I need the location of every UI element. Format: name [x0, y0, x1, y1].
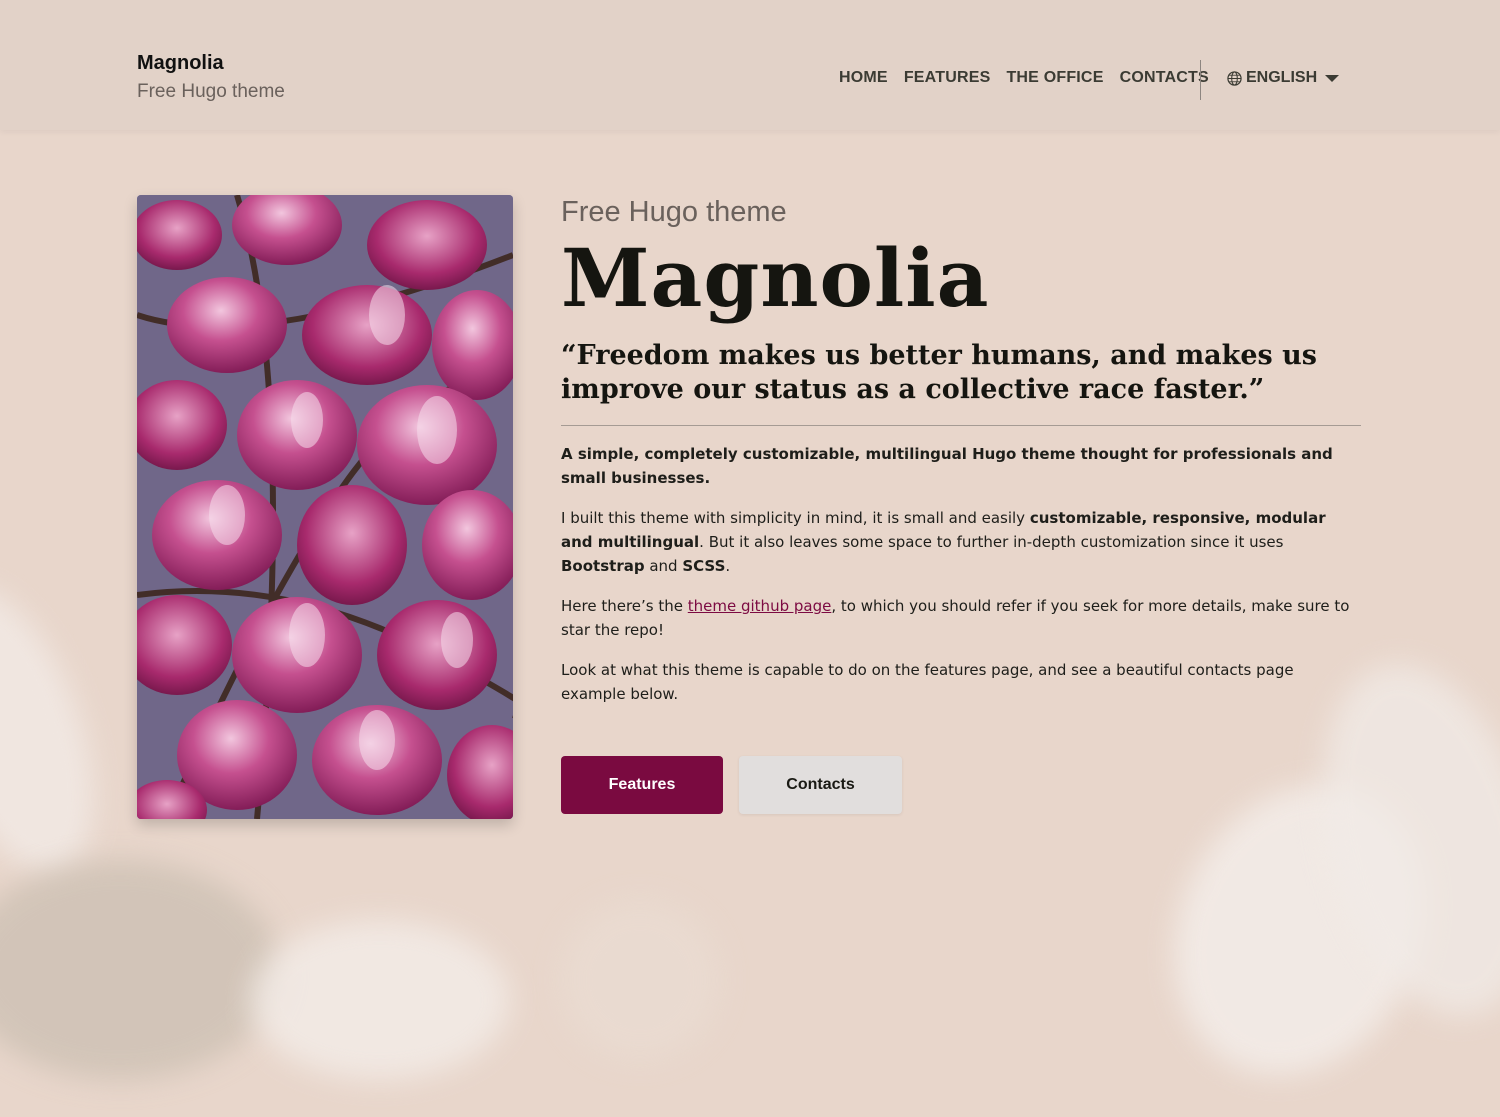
nav-features[interactable]: FEATURES — [904, 69, 991, 87]
hero-image — [137, 195, 513, 819]
chevron-down-icon — [1325, 74, 1340, 82]
language-label: ENGLISH — [1246, 69, 1318, 86]
text-span: . But it also leaves some space to furth… — [699, 533, 1284, 551]
text-span: . — [725, 557, 731, 575]
features-button[interactable]: Features — [561, 756, 723, 814]
bold-text: SCSS — [682, 557, 726, 575]
page-title: Magnolia — [561, 231, 990, 325]
contacts-button[interactable]: Contacts — [739, 756, 902, 814]
description-paragraph: I built this theme with simplicity in mi… — [561, 506, 1361, 578]
bold-text: Bootstrap — [561, 557, 645, 575]
background-petal — [0, 565, 128, 895]
features-paragraph: Look at what this theme is capable to do… — [561, 661, 1294, 703]
brand[interactable]: Magnolia Free Hugo theme — [137, 52, 285, 103]
nav-the-office[interactable]: THE OFFICE — [1006, 69, 1103, 87]
divider — [561, 425, 1361, 426]
github-paragraph: Here there’s the theme github page, to w… — [561, 594, 1361, 642]
text-span: and — [644, 557, 683, 575]
text-span: Here there’s the — [561, 597, 688, 615]
nav-home[interactable]: HOME — [839, 69, 888, 87]
intro-paragraph: A simple, completely customizable, multi… — [561, 445, 1333, 487]
hero-buttons: Features Contacts — [561, 756, 1361, 814]
nav-divider — [1200, 60, 1201, 100]
globe-icon — [1227, 70, 1242, 86]
magnolia-flowers-icon — [137, 195, 513, 819]
nav-contacts[interactable]: CONTACTS — [1120, 69, 1209, 87]
background-petal — [560, 900, 720, 1060]
brand-name[interactable]: Magnolia — [137, 52, 285, 75]
text-span: I built this theme with simplicity in mi… — [561, 509, 1030, 527]
brand-tagline: Free Hugo theme — [137, 81, 285, 102]
background-petal — [0, 860, 280, 1080]
background-petal — [250, 920, 510, 1080]
site-header: Magnolia Free Hugo theme HOME FEATURES T… — [0, 0, 1500, 130]
hero-content: Free Hugo theme Magnolia “Freedom makes … — [561, 196, 1361, 814]
hero-subtitle: Free Hugo theme — [561, 196, 787, 228]
hero-quote: “Freedom makes us better humans, and mak… — [561, 340, 1317, 405]
main-nav: HOME FEATURES THE OFFICE CONTACTS — [839, 69, 1225, 87]
github-link[interactable]: theme github page — [688, 597, 832, 615]
language-selector[interactable]: ENGLISH — [1227, 69, 1340, 87]
